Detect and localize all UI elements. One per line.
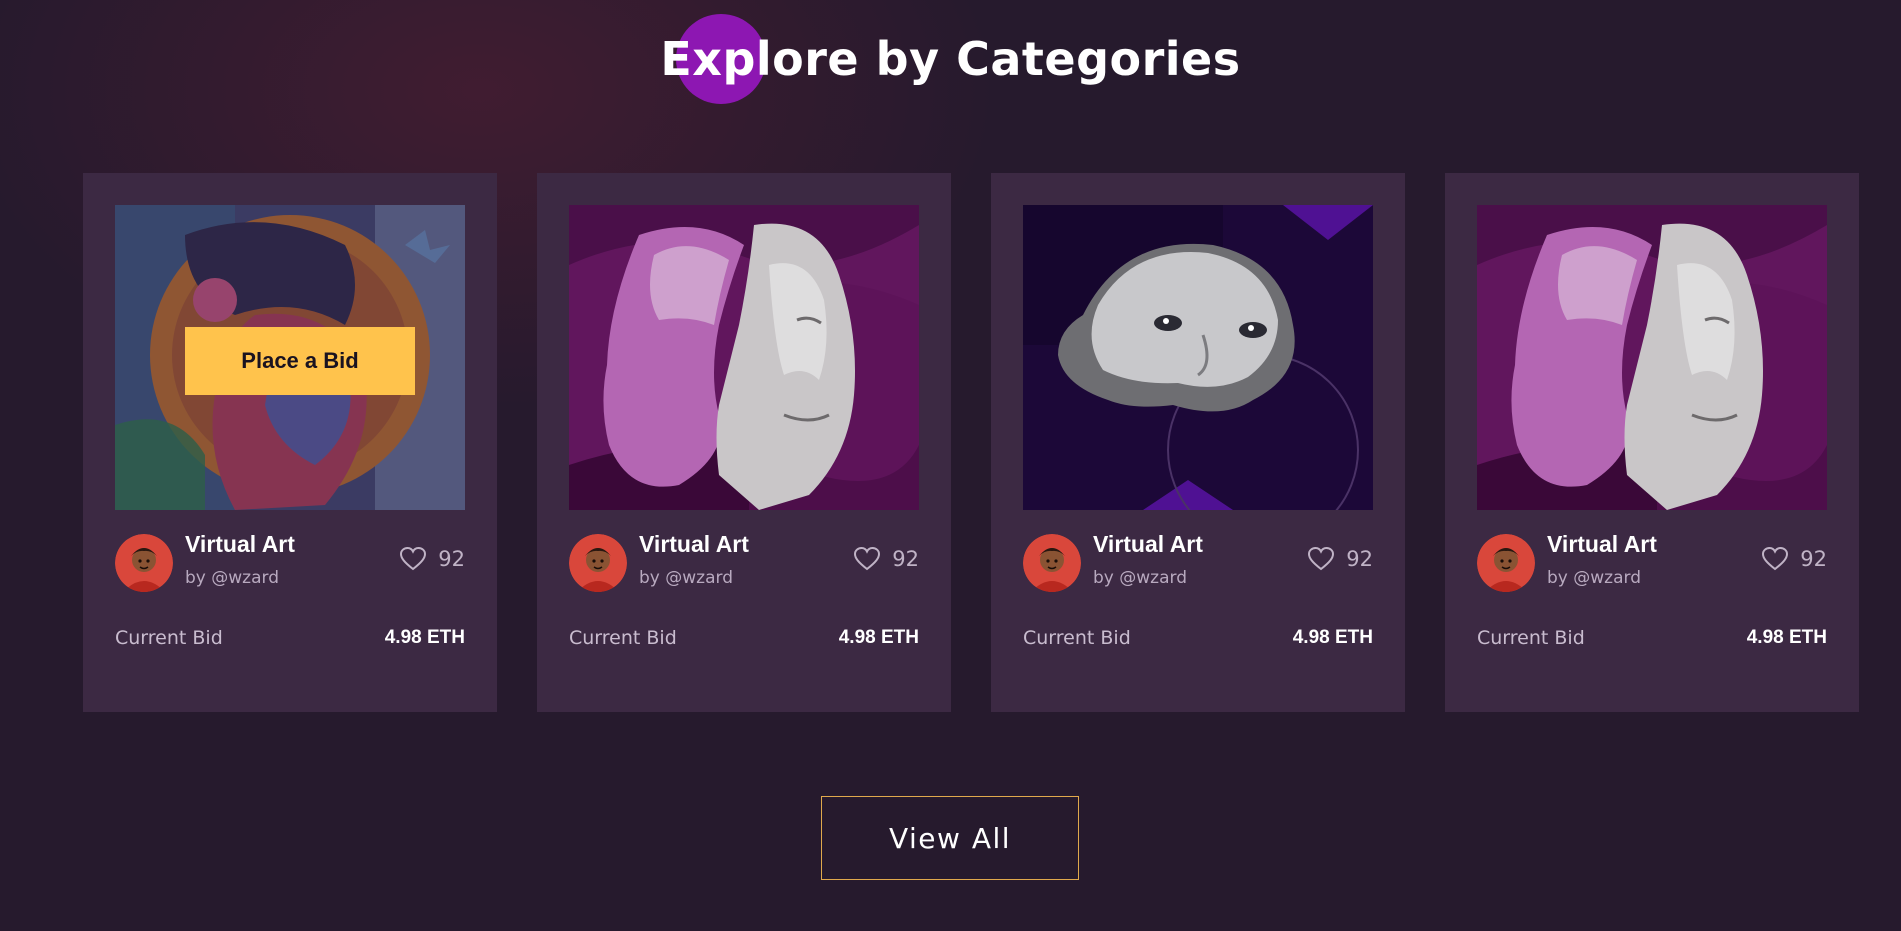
card-title[interactable]: Virtual Art bbox=[185, 531, 295, 558]
place-bid-button[interactable]: Place a Bid bbox=[185, 327, 415, 395]
heart-icon bbox=[1762, 547, 1789, 570]
likes-count: 92 bbox=[1346, 547, 1373, 571]
heart-icon bbox=[854, 547, 881, 570]
section-header: Explore by Categories bbox=[0, 12, 1901, 104]
avatar[interactable] bbox=[569, 534, 627, 592]
card-author[interactable]: by @wzard bbox=[185, 568, 279, 588]
nft-card[interactable]: Virtual Art by @wzard 92 Current Bid 4.9… bbox=[991, 173, 1405, 712]
card-author[interactable]: by @wzard bbox=[639, 568, 733, 588]
floating-statue-face-image bbox=[1023, 205, 1373, 510]
like-button[interactable]: 92 bbox=[1762, 547, 1827, 571]
like-button[interactable]: 92 bbox=[1308, 547, 1373, 571]
current-bid-value: 4.98 ETH bbox=[384, 627, 465, 648]
card-author[interactable]: by @wzard bbox=[1093, 568, 1187, 588]
card-title[interactable]: Virtual Art bbox=[1093, 531, 1203, 558]
card-image[interactable]: Place a Bid bbox=[115, 205, 465, 510]
avatar[interactable] bbox=[1477, 534, 1535, 592]
card-title[interactable]: Virtual Art bbox=[1547, 531, 1657, 558]
card-image[interactable] bbox=[569, 205, 919, 510]
avatar[interactable] bbox=[115, 534, 173, 592]
card-author[interactable]: by @wzard bbox=[1547, 568, 1641, 588]
current-bid-label: Current Bid bbox=[569, 627, 677, 649]
current-bid-label: Current Bid bbox=[1477, 627, 1585, 649]
heart-icon bbox=[1308, 547, 1335, 570]
current-bid-value: 4.98 ETH bbox=[1746, 627, 1827, 648]
likes-count: 92 bbox=[892, 547, 919, 571]
avatar[interactable] bbox=[1023, 534, 1081, 592]
current-bid-label: Current Bid bbox=[115, 627, 223, 649]
nft-card[interactable]: Place a Bid Virtual Art by @wzard 92 Cur… bbox=[83, 173, 497, 712]
likes-count: 92 bbox=[438, 547, 465, 571]
card-image[interactable] bbox=[1477, 205, 1827, 510]
current-bid-value: 4.98 ETH bbox=[1292, 627, 1373, 648]
current-bid-label: Current Bid bbox=[1023, 627, 1131, 649]
split-statue-head-image bbox=[1477, 205, 1827, 510]
split-statue-head-image bbox=[569, 205, 919, 510]
nft-card[interactable]: Virtual Art by @wzard 92 Current Bid 4.9… bbox=[537, 173, 951, 712]
card-title[interactable]: Virtual Art bbox=[639, 531, 749, 558]
current-bid-value: 4.98 ETH bbox=[838, 627, 919, 648]
nft-card[interactable]: Virtual Art by @wzard 92 Current Bid 4.9… bbox=[1445, 173, 1859, 712]
view-all-button[interactable]: View All bbox=[821, 796, 1079, 880]
likes-count: 92 bbox=[1800, 547, 1827, 571]
like-button[interactable]: 92 bbox=[854, 547, 919, 571]
heart-icon bbox=[400, 547, 427, 570]
card-image[interactable] bbox=[1023, 205, 1373, 510]
like-button[interactable]: 92 bbox=[400, 547, 465, 571]
section-title: Explore by Categories bbox=[660, 32, 1241, 86]
